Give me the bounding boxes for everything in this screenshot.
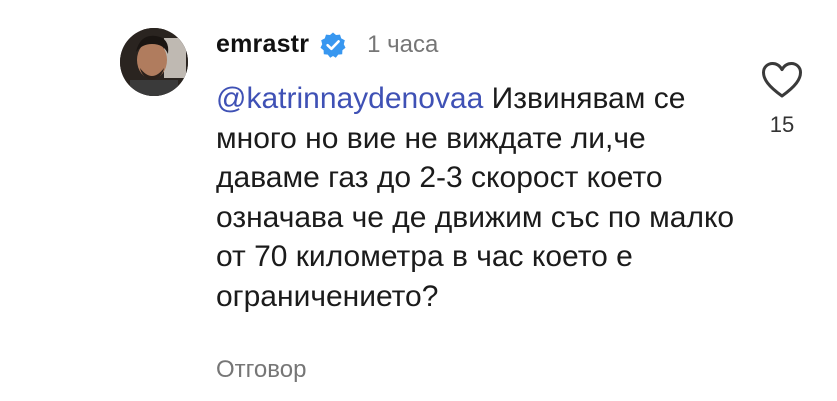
heart-outline-icon[interactable] [760, 60, 804, 100]
username[interactable]: emrastr [216, 30, 309, 59]
comment-text: @katrinnaydenovaa Извинявам се много но … [216, 79, 736, 316]
verified-badge-icon [319, 31, 347, 59]
comment-header: emrastr 1 часа [216, 30, 438, 59]
like-control: 15 [757, 60, 807, 138]
comment-timestamp: 1 часа [367, 30, 439, 58]
reply-button[interactable]: Отговор [216, 356, 306, 384]
comment-body: Извинявам се много но вие не виждате ли,… [216, 82, 735, 313]
mention-link[interactable]: @katrinnaydenovaa [216, 82, 483, 115]
avatar-image [120, 28, 188, 96]
like-count: 15 [769, 112, 795, 137]
avatar[interactable] [120, 28, 188, 96]
